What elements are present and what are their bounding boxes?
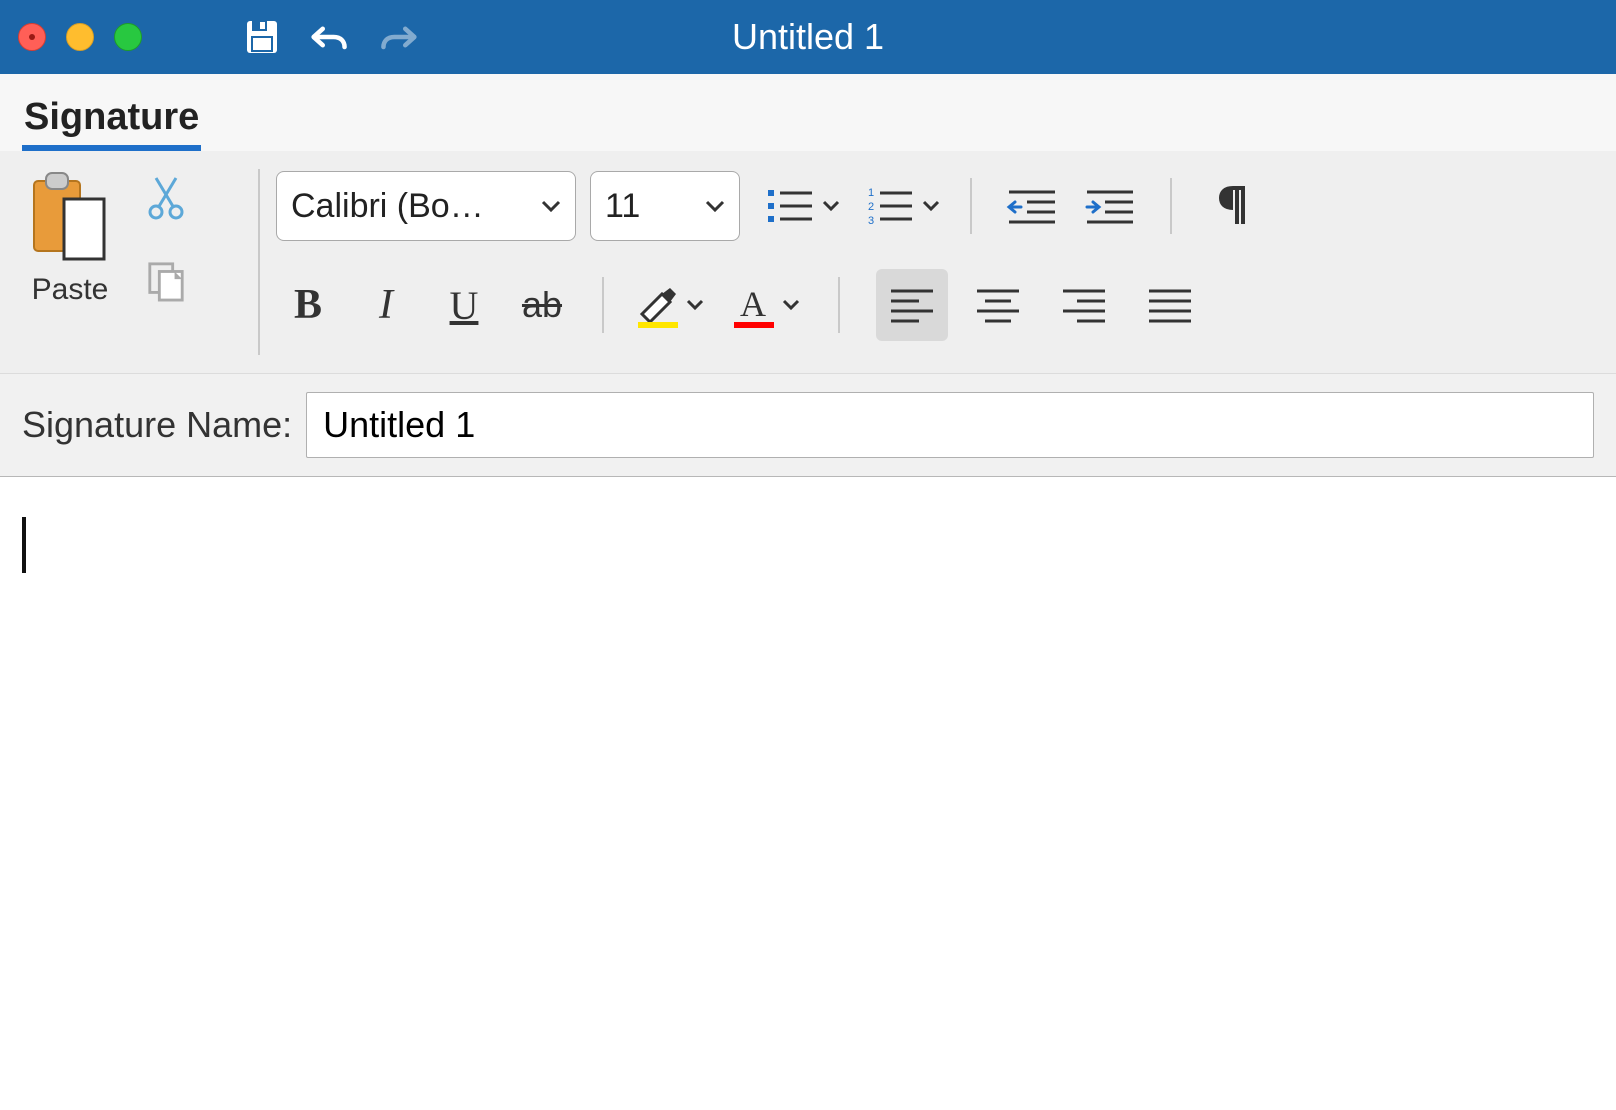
separator [970, 178, 972, 234]
ribbon: Paste [0, 151, 1616, 373]
close-window-button[interactable] [18, 23, 46, 51]
redo-icon [378, 18, 418, 56]
highlight-color-button[interactable] [632, 280, 706, 330]
undo-icon [310, 18, 350, 56]
save-icon [242, 17, 282, 57]
show-paragraph-marks-button[interactable] [1200, 175, 1264, 237]
align-left-button[interactable] [876, 269, 948, 341]
font-size-value: 11 [605, 187, 640, 226]
minimize-window-button[interactable] [66, 23, 94, 51]
window-controls [18, 23, 142, 51]
bold-icon: B [294, 281, 322, 329]
align-left-icon [887, 285, 937, 325]
font-name-select[interactable]: Calibri (Bo… [276, 171, 576, 241]
align-center-button[interactable] [962, 269, 1034, 341]
undo-button[interactable] [310, 17, 350, 57]
align-center-icon [973, 285, 1023, 325]
bullet-list-button[interactable] [764, 184, 842, 228]
chevron-down-icon [782, 299, 802, 311]
strikethrough-icon: ab [522, 284, 562, 326]
chevron-down-icon [922, 200, 942, 212]
chevron-down-icon [541, 200, 561, 212]
save-button[interactable] [242, 17, 282, 57]
paste-label: Paste [32, 273, 109, 307]
bold-button[interactable]: B [276, 274, 340, 336]
font-name-value: Calibri (Bo… [291, 187, 484, 226]
group-font: Calibri (Bo… 11 [276, 171, 1264, 355]
align-right-icon [1059, 285, 1109, 325]
increase-indent-button[interactable] [1078, 175, 1142, 237]
align-right-button[interactable] [1048, 269, 1120, 341]
signature-name-row: Signature Name: [0, 373, 1616, 477]
separator [1170, 178, 1172, 234]
paste-button[interactable]: Paste [22, 171, 112, 307]
scissors-icon [146, 174, 186, 220]
font-size-select[interactable]: 11 [590, 171, 740, 241]
chevron-down-icon [822, 200, 842, 212]
ribbon-tab-row: Signature [0, 74, 1616, 151]
separator [838, 277, 840, 333]
chevron-down-icon [686, 299, 706, 311]
text-cursor [22, 517, 26, 573]
cut-button[interactable] [146, 177, 186, 217]
font-color-icon: A [728, 280, 778, 330]
svg-text:1: 1 [868, 187, 874, 199]
signature-name-input[interactable] [306, 392, 1594, 458]
signature-editor[interactable] [0, 477, 1616, 1077]
align-justify-icon [1145, 285, 1195, 325]
copy-icon [146, 259, 186, 303]
separator [602, 277, 604, 333]
italic-icon: I [379, 281, 393, 329]
redo-button[interactable] [378, 17, 418, 57]
pilcrow-icon [1215, 184, 1249, 228]
highlighter-icon [632, 280, 682, 330]
strikethrough-button[interactable]: ab [510, 274, 574, 336]
underline-icon: U [450, 282, 479, 329]
svg-text:A: A [740, 284, 766, 324]
underline-button[interactable]: U [432, 274, 496, 336]
decrease-indent-icon [1005, 186, 1059, 226]
signature-name-label: Signature Name: [22, 404, 292, 446]
window-title: Untitled 1 [732, 16, 884, 58]
maximize-window-button[interactable] [114, 23, 142, 51]
title-bar: Untitled 1 [0, 0, 1616, 74]
paste-icon [22, 171, 112, 267]
font-color-button[interactable]: A [728, 280, 802, 330]
decrease-indent-button[interactable] [1000, 175, 1064, 237]
copy-button[interactable] [146, 261, 186, 301]
quick-access-toolbar [242, 17, 418, 57]
align-justify-button[interactable] [1134, 269, 1206, 341]
tab-signature[interactable]: Signature [22, 86, 201, 151]
increase-indent-icon [1083, 186, 1137, 226]
numbered-list-button[interactable]: 1 2 3 [864, 184, 942, 228]
bullet-list-icon [764, 184, 818, 228]
group-clipboard: Paste [22, 165, 242, 355]
svg-text:2: 2 [868, 201, 874, 213]
italic-button[interactable]: I [354, 274, 418, 336]
numbered-list-icon: 1 2 3 [864, 184, 918, 228]
chevron-down-icon [705, 200, 725, 212]
separator [258, 169, 260, 355]
svg-text:3: 3 [868, 215, 874, 227]
